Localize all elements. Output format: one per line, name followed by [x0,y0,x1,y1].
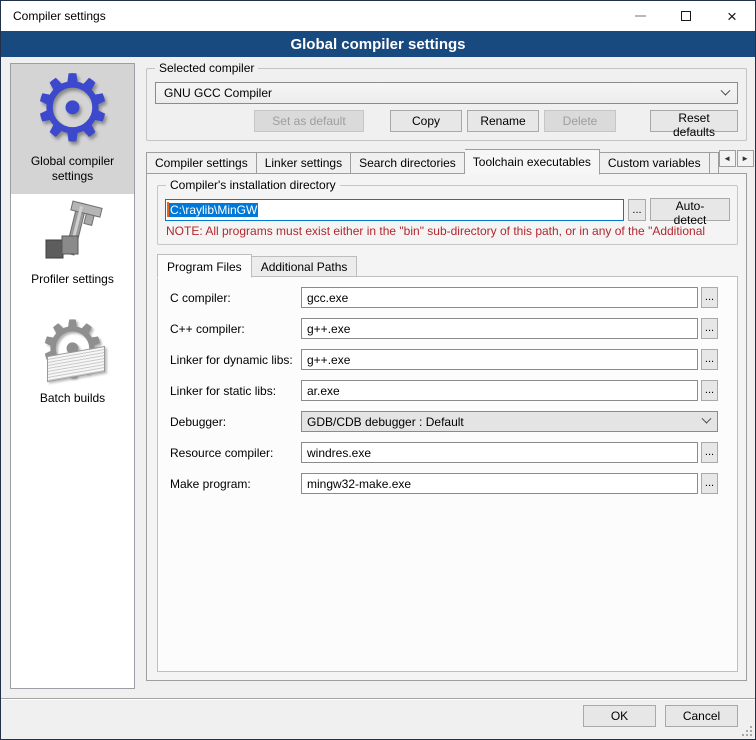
reset-defaults-button[interactable]: Reset defaults [650,110,738,132]
close-icon: × [727,8,737,25]
field-value: gcc.exe [307,291,348,305]
toolchain-executables-page: Compiler's installation directory C:\ray… [146,173,747,681]
dialog-content: ⚙ Global compiler settings Profiler sett… [1,57,755,698]
tab-custom-variables[interactable]: Custom variables [600,152,710,174]
sidebar-item-global-compiler-settings[interactable]: ⚙ Global compiler settings [11,64,134,194]
auto-detect-button[interactable]: Auto-detect [650,198,730,221]
resource-compiler-row: Resource compiler: windres.exe ... [170,442,718,463]
chevron-down-icon [721,85,731,95]
dynamic-linker-row: Linker for dynamic libs: g++.exe ... [170,349,718,370]
selected-path-text: C:\raylib\MinGW [169,203,258,217]
tab-scroll-right-button[interactable]: ► [737,150,754,167]
field-label: C++ compiler: [170,322,301,336]
tab-scroll-buttons: ◄ ► [719,150,754,167]
field-label: Linker for dynamic libs: [170,353,301,367]
tab-search-directories[interactable]: Search directories [351,152,465,174]
arrow-left-icon: ◄ [723,154,731,163]
cancel-button[interactable]: Cancel [665,705,738,727]
field-value: g++.exe [307,322,350,336]
field-value: ar.exe [307,384,340,398]
group-legend: Selected compiler [155,61,258,75]
make-program-row: Make program: mingw32-make.exe ... [170,473,718,494]
field-value: windres.exe [307,446,371,460]
arrow-right-icon: ► [741,154,749,163]
static-linker-input[interactable]: ar.exe [301,380,698,401]
copy-button[interactable]: Copy [390,110,462,132]
sidebar-item-label: Profiler settings [31,272,114,287]
c-compiler-row: C compiler: gcc.exe ... [170,287,718,308]
settings-tab-bar: Compiler settings Linker settings Search… [146,149,747,174]
installation-directory-row: C:\raylib\MinGW ... Auto-detect [165,198,730,221]
installation-directory-group: Compiler's installation directory C:\ray… [157,185,738,245]
rename-button[interactable]: Rename [467,110,539,132]
minimize-icon [635,15,646,17]
debugger-row: Debugger: GDB/CDB debugger : Default [170,411,718,432]
caliper-icon [38,200,108,266]
tab-linker-settings[interactable]: Linker settings [257,152,351,174]
installation-directory-input[interactable]: C:\raylib\MinGW [165,199,624,221]
blue-gear-icon: ⚙ [31,70,113,148]
cpp-compiler-input[interactable]: g++.exe [301,318,698,339]
field-value: g++.exe [307,353,350,367]
close-button[interactable]: × [709,1,755,31]
field-label: Linker for static libs: [170,384,301,398]
set-as-default-button[interactable]: Set as default [254,110,364,132]
browse-directory-button[interactable]: ... [628,199,646,221]
minimize-button[interactable] [617,1,663,31]
sidebar-item-batch-builds[interactable]: ⚙ Batch builds [11,309,134,416]
compiler-select-value: GNU GCC Compiler [164,86,722,100]
banner-title: Global compiler settings [290,36,465,53]
sidebar-item-label: Batch builds [40,391,105,406]
subtab-additional-paths[interactable]: Additional Paths [252,256,358,277]
tab-build-options-clipped[interactable]: Build [710,152,719,174]
subtab-program-files[interactable]: Program Files [157,254,252,278]
browse-static-linker-button[interactable]: ... [701,380,718,401]
gray-gear-stack-icon: ⚙ [33,315,113,385]
maximize-icon [681,11,691,21]
dynamic-linker-input[interactable]: g++.exe [301,349,698,370]
delete-button[interactable]: Delete [544,110,616,132]
field-label: Resource compiler: [170,446,301,460]
field-label: Make program: [170,477,301,491]
chevron-down-icon [702,414,712,424]
browse-make-program-button[interactable]: ... [701,473,718,494]
browse-cpp-compiler-button[interactable]: ... [701,318,718,339]
dialog-footer: OK Cancel [1,698,755,739]
resource-compiler-input[interactable]: windres.exe [301,442,698,463]
debugger-select-value: GDB/CDB debugger : Default [307,415,703,429]
program-files-tab-bar: Program Files Additional Paths [157,254,738,277]
maximize-button[interactable] [663,1,709,31]
tab-toolchain-executables[interactable]: Toolchain executables [465,149,600,175]
field-label: Debugger: [170,415,301,429]
field-value: mingw32-make.exe [307,477,411,491]
browse-resource-compiler-button[interactable]: ... [701,442,718,463]
c-compiler-input[interactable]: gcc.exe [301,287,698,308]
make-program-input[interactable]: mingw32-make.exe [301,473,698,494]
tab-compiler-settings[interactable]: Compiler settings [146,152,257,174]
sidebar-item-profiler-settings[interactable]: Profiler settings [11,194,134,297]
main-panel: Selected compiler GNU GCC Compiler Set a… [146,63,747,681]
browse-c-compiler-button[interactable]: ... [701,287,718,308]
compiler-settings-dialog: Compiler settings × Global compiler sett… [0,0,756,740]
dialog-banner: Global compiler settings [1,31,755,57]
title-bar: Compiler settings × [1,1,755,31]
selected-compiler-group: Selected compiler GNU GCC Compiler Set a… [146,68,747,141]
resize-grip[interactable] [742,726,752,736]
debugger-select[interactable]: GDB/CDB debugger : Default [301,411,718,432]
static-linker-row: Linker for static libs: ar.exe ... [170,380,718,401]
compiler-select[interactable]: GNU GCC Compiler [155,82,738,104]
browse-dynamic-linker-button[interactable]: ... [701,349,718,370]
field-label: C compiler: [170,291,301,305]
group-legend: Compiler's installation directory [166,178,340,192]
tab-scroll-left-button[interactable]: ◄ [719,150,736,167]
bin-subdirectory-note: NOTE: All programs must exist either in … [166,224,730,238]
compiler-buttons-row: Set as default Copy Rename Delete Reset … [155,110,738,132]
window-controls: × [617,1,755,31]
ok-button[interactable]: OK [583,705,656,727]
cpp-compiler-row: C++ compiler: g++.exe ... [170,318,718,339]
settings-category-list: ⚙ Global compiler settings Profiler sett… [10,63,135,689]
window-title: Compiler settings [1,9,617,23]
sidebar-item-label: Global compiler settings [13,154,132,184]
program-files-page: C compiler: gcc.exe ... C++ compiler: g+… [157,276,738,672]
